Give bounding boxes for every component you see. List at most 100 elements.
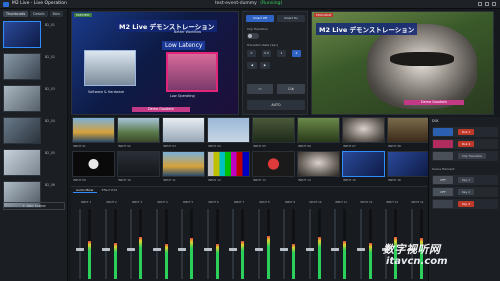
input-name: INPUT 05 [253,144,266,148]
minimize-icon[interactable] [478,2,482,6]
scene-item[interactable]: B2_02 [3,53,65,82]
scene-thumbnail [3,117,41,144]
fader-knob[interactable] [229,247,237,251]
auto-button[interactable]: AUTO [247,100,305,110]
fader-knob[interactable] [152,247,161,251]
input-cell[interactable]: INPUT 06 [297,117,340,151]
key-pill[interactable]: Key 1 [458,177,474,183]
input-cell[interactable]: INPUT 03 [162,117,205,151]
wipe-left-icon[interactable]: ◀ [247,62,257,69]
input-name: INPUT 01 [73,144,86,148]
fader-knob[interactable] [76,247,84,251]
fader-track[interactable] [257,209,260,279]
scene-list: B2_01 B2_02 B2_03 B2_04 B2_05 B2_06 [3,21,65,213]
input-cell[interactable]: INPUT 13 [252,151,295,185]
input-cell[interactable]: INPUT 14 [297,151,340,185]
fader-track[interactable] [79,209,81,279]
fader-knob[interactable] [203,247,212,251]
input-cell[interactable]: INPUT 08 [387,117,430,151]
input-name: INPUT 06 [298,144,311,148]
rate-option-selected[interactable]: 2 [292,50,301,57]
channel-name: INPUT 13 [386,201,398,204]
fader-track[interactable] [359,209,362,279]
smart-on-button[interactable]: Smart On [277,15,305,22]
watermark-url: itavcn.com [386,256,448,267]
level-meter-fill [113,242,117,279]
input-cell[interactable]: INPUT 10 [117,151,160,185]
tab-thumbnails[interactable]: Thumbnails [3,11,29,17]
close-icon[interactable] [492,2,496,6]
fader-track[interactable] [206,209,209,279]
input-cell[interactable]: INPUT 04 [207,117,250,151]
input-name: INPUT 13 [253,178,266,182]
dsk-row[interactable]: Clip Transition [432,151,498,161]
input-cell[interactable]: INPUT 02 [117,117,160,151]
key-pill[interactable]: Key 3 [458,201,474,207]
add-scene-button[interactable]: + Add Scene [3,202,65,210]
mixer-channel: INPUT 12 [355,201,379,281]
channel-name: INPUT 9 [284,201,296,204]
fader-knob[interactable] [356,247,365,251]
level-meter-fill [241,240,244,279]
input-cell[interactable]: INPUT 11 [162,151,205,185]
input-cell[interactable]: INPUT 16 [387,151,430,185]
fader-knob[interactable] [178,247,186,251]
fader-knob[interactable] [254,247,263,251]
key-thumbnail [433,200,453,208]
transition-preview-icon[interactable]: ▭ [247,84,273,94]
dsk-pill[interactable]: Clip Transition [458,153,487,159]
key-row[interactable]: Key 3 [432,199,498,209]
dsk-row[interactable]: Dsk 1 [432,127,498,137]
scene-item[interactable]: B2_05 [3,149,65,178]
preview-monitor[interactable]: PREVIEW M2 Live デモンストレーション Low Latency B… [71,11,239,115]
rate-option[interactable]: 1 [277,50,286,57]
input-cell[interactable]: INPUT 09 [72,151,115,185]
scene-item[interactable]: B2_03 [3,85,65,114]
dsk-pill[interactable]: Dsk 1 [458,129,475,135]
input-cell[interactable]: INPUT 15 [342,151,385,185]
fader-track[interactable] [130,209,132,279]
rate-option[interactable]: 0.5 [262,50,271,57]
scene-item[interactable]: B2_04 [3,117,65,146]
fader-knob[interactable] [127,247,135,251]
fader-knob[interactable] [331,247,339,251]
fader-track[interactable] [334,209,336,279]
input-name: INPUT 14 [298,178,311,182]
fader-track[interactable] [283,209,285,279]
fader-track[interactable] [232,209,234,279]
input-cell[interactable]: INPUT 05 [252,117,295,151]
fader-knob[interactable] [305,247,314,251]
wipe-right-icon[interactable]: ▶ [260,62,270,69]
cut-button[interactable]: Cut [277,84,305,94]
key-pill[interactable]: Key 2 [458,189,474,195]
fader-track[interactable] [155,209,158,279]
fader-track[interactable] [181,209,183,279]
level-meter [215,209,219,279]
input-cell[interactable]: INPUT 01 [72,117,115,151]
input-name: INPUT 10 [118,178,131,182]
input-cell[interactable]: INPUT 12 [207,151,250,185]
software-hardware-caption: Software & Hardware [88,90,125,94]
dsk-row[interactable]: Dsk 2 [432,139,498,149]
tab-details[interactable]: Details [30,11,48,17]
fader-knob[interactable] [280,247,288,251]
input-cell[interactable]: INPUT 07 [342,117,385,151]
tab-effect-edit[interactable]: Effect Edit [99,188,120,193]
car-video-frame [84,50,136,86]
key-row[interactable]: OFF Key 2 [432,187,498,197]
scene-item[interactable]: B2_01 [3,21,65,50]
maximize-icon[interactable] [485,2,489,6]
transition-panel: Smart Off Smart On Clip Transition Trans… [242,11,308,115]
dsk-pill[interactable]: Dsk 2 [458,141,475,147]
fader-track[interactable] [308,209,311,279]
fader-track[interactable] [104,209,107,279]
key-row[interactable]: OFF Key 1 [432,175,498,185]
scene-label: B2_05 [45,151,55,155]
tab-bars[interactable]: Bars [49,11,63,17]
program-name-bar: Demo Goodwin [404,100,464,105]
fader-knob[interactable] [101,247,110,251]
rate-option[interactable]: 0 [247,50,256,57]
clip-transition-toggle[interactable] [247,33,259,39]
tab-audio-mixer[interactable]: Audio Mixer [73,188,97,193]
smart-off-button[interactable]: Smart Off [246,15,274,22]
